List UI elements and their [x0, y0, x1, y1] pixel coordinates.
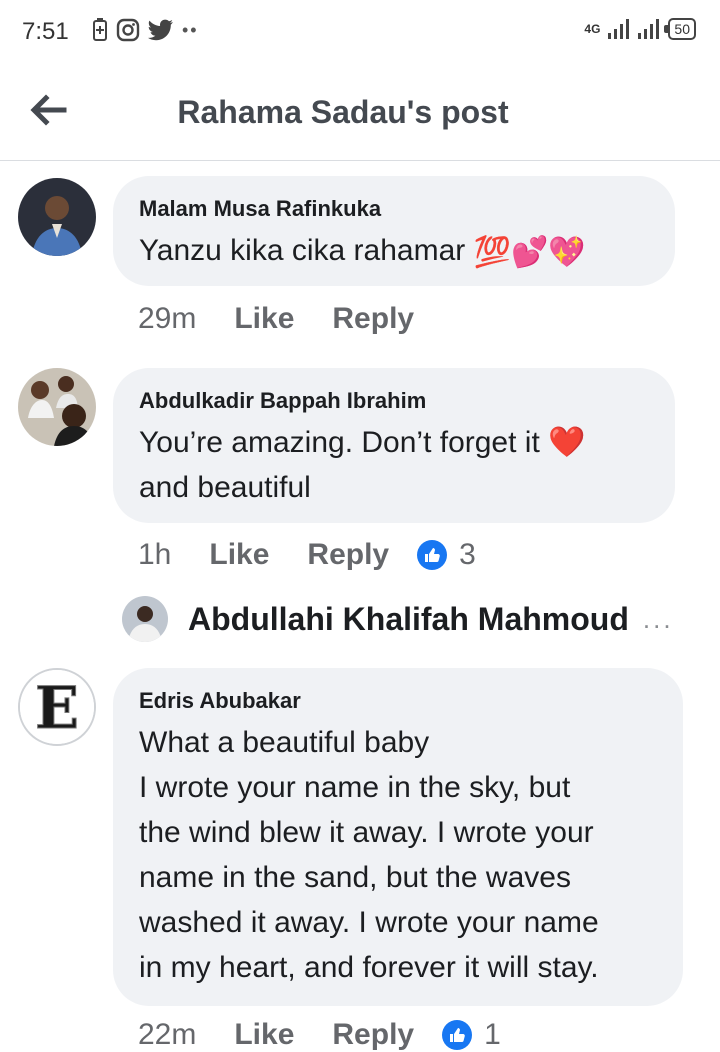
comment-line: What a beautiful baby [139, 726, 430, 759]
reply-button[interactable]: Reply [332, 302, 414, 336]
status-time: 7:51 [22, 18, 69, 45]
comment-body: You’re amazing. Don’t forget it ❤️ and b… [139, 426, 586, 504]
reply-author[interactable]: Abdullahi Khalifah Mahmoud [188, 601, 629, 638]
profile-photo [18, 368, 96, 446]
profile-photo [122, 596, 168, 642]
reaction-count: 3 [459, 538, 476, 571]
comment-line: I wrote your name in the sky, but [139, 771, 571, 804]
comment-author[interactable]: Edris Abubakar [139, 688, 657, 714]
comment-time[interactable]: 1h [138, 538, 171, 572]
network-type: 4G [584, 22, 601, 36]
reply-preview[interactable]: Abdullahi Khalifah Mahmoud ... [122, 596, 674, 642]
comment-body: Yanzu kika cika rahamar [139, 234, 466, 267]
system-icons: 4G 50 [584, 18, 696, 40]
comment-text: Yanzu kika cika rahamar 💯💕💖 [139, 228, 649, 275]
more-notifications-icon: •• [182, 19, 199, 40]
signal-icon [608, 19, 630, 39]
reaction-summary[interactable]: 1 [442, 1018, 501, 1052]
comment-bubble[interactable]: Edris Abubakar What a beautiful baby I w… [113, 668, 683, 1006]
avatar[interactable] [18, 178, 96, 256]
comment-line: washed it away. I wrote your name [139, 906, 599, 939]
instagram-icon [116, 18, 140, 42]
more-icon[interactable]: ... [643, 604, 674, 635]
reply-button[interactable]: Reply [332, 1018, 414, 1052]
comment-author[interactable]: Malam Musa Rafinkuka [139, 196, 649, 222]
notification-icons: •• [92, 18, 199, 42]
comment-line: the wind blew it away. I wrote your [139, 816, 594, 849]
reaction-count: 1 [484, 1018, 501, 1051]
status-bar: 7:51 •• 4G 50 [0, 0, 720, 64]
signal-icon-2 [638, 19, 660, 39]
comment-body: What a beautiful baby I wrote your name … [139, 720, 657, 990]
twitter-icon [148, 19, 173, 41]
profile-photo: E [20, 670, 94, 744]
comment-bubble[interactable]: Malam Musa Rafinkuka Yanzu kika cika rah… [113, 176, 675, 286]
like-button[interactable]: Like [209, 538, 269, 572]
avatar[interactable] [18, 368, 96, 446]
comment-author[interactable]: Abdulkadir Bappah Ibrahim [139, 388, 649, 414]
post-header: Rahama Sadau's post [0, 64, 720, 161]
emoji-group: 💯💕💖 [473, 235, 586, 269]
battery-saver-icon [93, 18, 107, 41]
comment-time[interactable]: 22m [138, 1018, 196, 1052]
avatar[interactable]: E [18, 668, 96, 746]
svg-text:E: E [35, 674, 79, 742]
thumbs-up-icon [442, 1020, 473, 1050]
avatar[interactable] [122, 596, 168, 642]
reply-button[interactable]: Reply [307, 538, 389, 572]
battery-icon: 50 [664, 18, 696, 40]
comment-line: in my heart, and forever it will stay. [139, 951, 599, 984]
comment-time[interactable]: 29m [138, 302, 196, 336]
like-button[interactable]: Like [234, 302, 294, 336]
comment-actions: 29m Like Reply [138, 302, 414, 336]
reaction-summary[interactable]: 3 [417, 538, 476, 572]
like-button[interactable]: Like [234, 1018, 294, 1052]
thumbs-up-icon [417, 540, 448, 570]
comment-bubble[interactable]: Abdulkadir Bappah Ibrahim You’re amazing… [113, 368, 675, 523]
profile-photo [18, 178, 96, 256]
comment-actions: 22m Like Reply 1 [138, 1018, 501, 1052]
comment-actions: 1h Like Reply 3 [138, 538, 476, 572]
page-title: Rahama Sadau's post [177, 94, 509, 130]
comment-line: name in the sand, but the waves [139, 861, 571, 894]
